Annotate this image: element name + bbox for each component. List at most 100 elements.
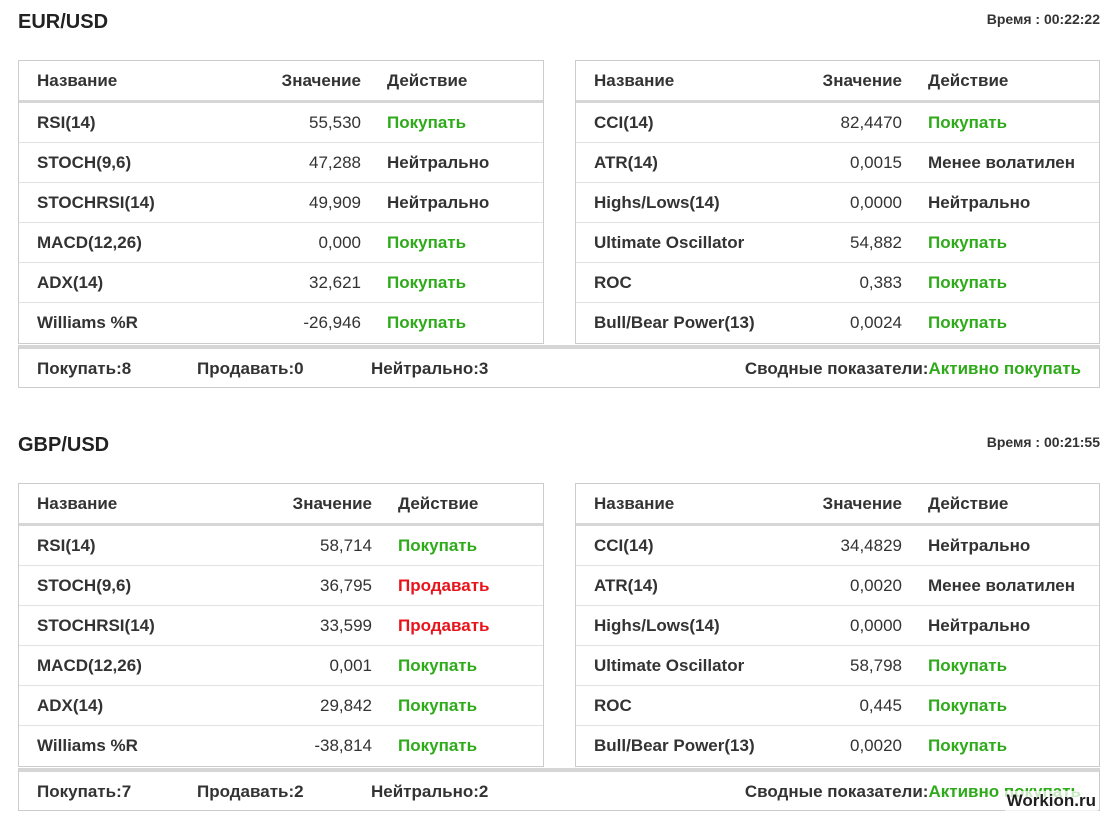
table-row: RSI(14) 55,530 Покупать <box>19 103 543 143</box>
indicator-value: 36,795 <box>320 575 372 595</box>
indicator-value: -38,814 <box>314 736 372 755</box>
table-row: ATR(14) 0,0015 Менее волатилен <box>576 143 1099 183</box>
indicator-value: 55,530 <box>309 112 361 132</box>
indicator-value: 82,4470 <box>840 112 902 132</box>
summary-sell-count: Продавать:0 <box>197 359 304 378</box>
col-header-name: Название <box>594 493 675 513</box>
col-header-name: Название <box>37 70 118 90</box>
col-header-action: Действие <box>928 493 1009 513</box>
indicator-action: Покупать <box>387 272 467 292</box>
indicator-name: MACD(12,26) <box>37 232 142 252</box>
table-row: Williams %R -38,814 Покупать <box>19 726 543 766</box>
indicator-value: 0,0024 <box>850 313 902 332</box>
summary-buy-count: Покупать:8 <box>37 359 132 378</box>
indicator-action: Покупать <box>398 695 478 715</box>
time-value: 00:21:55 <box>1043 434 1100 450</box>
table-row: MACD(12,26) 0,000 Покупать <box>19 223 543 263</box>
indicator-name: STOCHRSI(14) <box>37 192 155 212</box>
table-row: ADX(14) 29,842 Покупать <box>19 686 543 726</box>
indicator-action: Покупать <box>928 313 1008 332</box>
col-header-action: Действие <box>387 70 468 90</box>
table-row: Highs/Lows(14) 0,0000 Нейтрально <box>576 606 1099 646</box>
table-row: Williams %R -26,946 Покупать <box>19 303 543 343</box>
indicator-value: 32,621 <box>309 272 361 292</box>
indicator-value: 58,798 <box>850 655 902 675</box>
indicator-value: 0,001 <box>329 655 372 675</box>
indicator-action: Покупать <box>928 272 1008 292</box>
col-header-name: Название <box>594 70 675 90</box>
summary-neutral-count: Нейтрально:2 <box>371 782 489 801</box>
table-row: CCI(14) 82,4470 Покупать <box>576 103 1099 143</box>
table-row: STOCHRSI(14) 49,909 Нейтрально <box>19 183 543 223</box>
indicator-action: Покупать <box>928 232 1008 252</box>
indicator-value: 0,0015 <box>850 152 902 172</box>
indicator-name: Ultimate Oscillator <box>594 655 745 675</box>
indicator-value: 0,000 <box>318 232 361 252</box>
indicator-name: Williams %R <box>37 313 138 332</box>
summary-overall-label: Сводные показатели: <box>744 359 929 378</box>
indicator-name: ATR(14) <box>594 152 658 172</box>
indicator-value: 0,0020 <box>850 575 902 595</box>
indicator-action: Покупать <box>928 655 1008 675</box>
indicator-name: RSI(14) <box>37 112 96 132</box>
table-row: MACD(12,26) 0,001 Покупать <box>19 646 543 686</box>
table-header: Название Значение Действие <box>576 484 1099 526</box>
time-display: Время : 00:21:55 <box>987 434 1100 450</box>
indicator-name: ADX(14) <box>37 272 104 292</box>
indicator-name: CCI(14) <box>594 112 654 132</box>
indicator-value: 0,0000 <box>850 192 902 212</box>
indicator-name: Bull/Bear Power(13) <box>594 736 755 755</box>
table-row: Ultimate Oscillator 58,798 Покупать <box>576 646 1099 686</box>
indicator-name: STOCH(9,6) <box>37 575 132 595</box>
col-header-action: Действие <box>398 493 479 513</box>
indicator-action: Продавать <box>398 575 490 595</box>
indicator-action: Нейтрально <box>928 615 1031 635</box>
indicator-value: 0,0000 <box>850 615 902 635</box>
watermark: Workion.ru <box>1004 791 1098 811</box>
indicators-table-right: Название Значение Действие CCI(14) 34,48… <box>575 483 1100 767</box>
indicator-value: 0,0020 <box>850 736 902 755</box>
col-header-value: Значение <box>281 70 361 90</box>
indicator-action: Менее волатилен <box>928 152 1076 172</box>
table-row: STOCHRSI(14) 33,599 Продавать <box>19 606 543 646</box>
indicator-value: 33,599 <box>320 615 372 635</box>
indicators-table-left: Название Значение Действие RSI(14) 58,71… <box>18 483 544 767</box>
summary-overall: Сводные показатели:Активно покупать <box>745 359 1081 379</box>
table-row: RSI(14) 58,714 Покупать <box>19 526 543 566</box>
indicator-value: 34,4829 <box>840 535 902 555</box>
indicators-table-left: Название Значение Действие RSI(14) 55,53… <box>18 60 544 344</box>
table-row: ROC 0,383 Покупать <box>576 263 1099 303</box>
indicator-action: Менее волатилен <box>928 575 1076 595</box>
indicator-name: ROC <box>594 272 632 292</box>
indicator-value: 58,714 <box>320 535 372 555</box>
indicator-name: Ultimate Oscillator <box>594 232 745 252</box>
indicator-action: Покупать <box>928 112 1008 132</box>
indicator-name: Highs/Lows(14) <box>594 615 720 635</box>
indicator-action: Покупать <box>398 655 478 675</box>
table-row: ADX(14) 32,621 Покупать <box>19 263 543 303</box>
indicator-name: Highs/Lows(14) <box>594 192 720 212</box>
indicator-action: Покупать <box>398 535 478 555</box>
col-header-action: Действие <box>928 70 1009 90</box>
table-row: STOCH(9,6) 47,288 Нейтрально <box>19 143 543 183</box>
summary-neutral-count: Нейтрально:3 <box>371 359 489 378</box>
indicator-action: Продавать <box>398 615 490 635</box>
indicator-name: ATR(14) <box>594 575 658 595</box>
indicator-action: Покупать <box>928 736 1008 755</box>
indicator-action: Нейтрально <box>387 152 490 172</box>
time-value: 00:22:22 <box>1043 11 1100 27</box>
table-header: Название Значение Действие <box>19 61 543 103</box>
time-display: Время : 00:22:22 <box>987 11 1100 27</box>
indicator-name: STOCH(9,6) <box>37 152 132 172</box>
indicator-name: RSI(14) <box>37 535 96 555</box>
indicator-value: -26,946 <box>303 313 361 332</box>
table-row: Highs/Lows(14) 0,0000 Нейтрально <box>576 183 1099 223</box>
indicator-action: Покупать <box>387 112 467 132</box>
indicator-value: 0,383 <box>859 272 902 292</box>
table-row: ATR(14) 0,0020 Менее волатилен <box>576 566 1099 606</box>
summary-bar: Покупать:7 Продавать:2 Нейтрально:2 Свод… <box>18 768 1100 811</box>
summary-overall-label: Сводные показатели: <box>744 782 929 801</box>
indicator-value: 47,288 <box>309 152 361 172</box>
indicator-name: MACD(12,26) <box>37 655 142 675</box>
pair-title: EUR/USD <box>18 11 109 33</box>
